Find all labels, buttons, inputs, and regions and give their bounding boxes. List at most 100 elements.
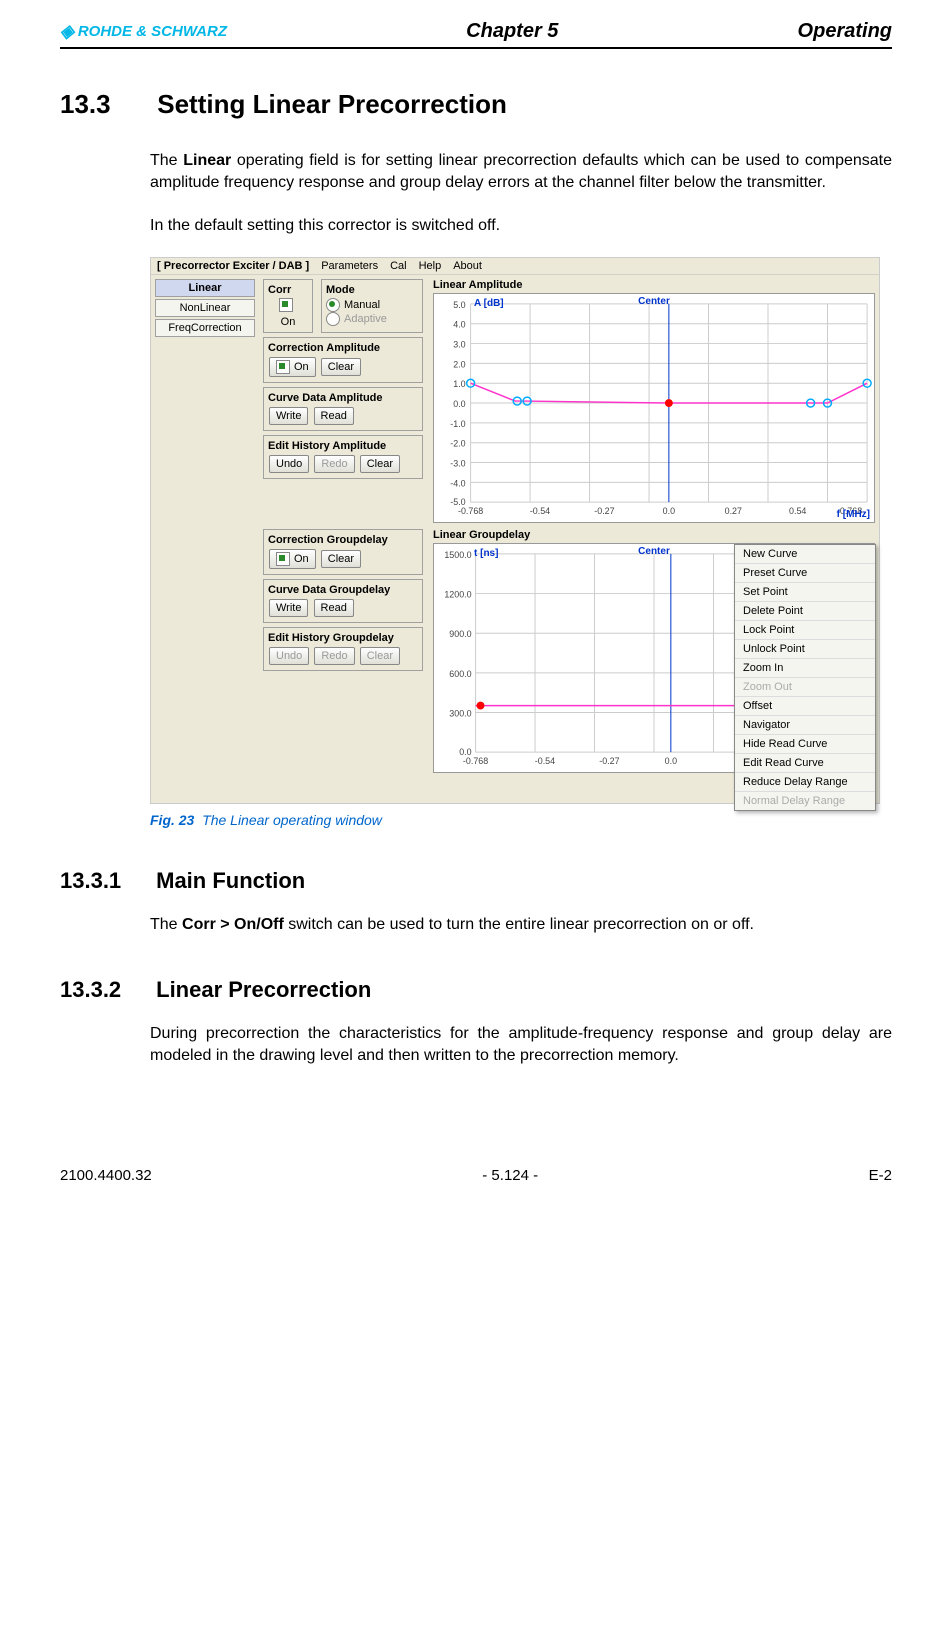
ctx-hide-read[interactable]: Hide Read Curve [735,735,875,754]
menu-parameters[interactable]: Parameters [321,260,378,272]
footer-right: E-2 [869,1167,892,1184]
svg-text:-0.54: -0.54 [530,506,550,516]
ctx-new-curve[interactable]: New Curve [735,545,875,564]
subsection-2-number: 13.3.2 [60,977,150,1003]
amp-xlabel: f [MHz] [837,509,870,520]
corr-amp-title: Correction Amplitude [268,342,418,354]
corr-amp-clear-button[interactable]: Clear [321,358,361,376]
svg-text:-3.0: -3.0 [450,459,465,469]
hist-amp-clear-button[interactable]: Clear [360,455,400,473]
ctx-edit-read[interactable]: Edit Read Curve [735,754,875,773]
mode-adaptive-label: Adaptive [344,313,387,325]
svg-text:0.54: 0.54 [789,506,806,516]
section-heading: 13.3 Setting Linear Precorrection [60,89,892,120]
ctx-preset-curve[interactable]: Preset Curve [735,564,875,583]
svg-text:300.0: 300.0 [449,709,471,719]
svg-text:0.0: 0.0 [665,756,677,766]
paragraph-1: The Linear operating field is for settin… [150,150,892,195]
section-number: 13.3 [60,89,150,120]
svg-text:0.0: 0.0 [453,399,465,409]
section-title: Setting Linear Precorrection [157,89,507,119]
ctx-set-point[interactable]: Set Point [735,583,875,602]
amp-chart-svg: 5.0 4.0 3.0 2.0 1.0 0.0 -1.0 -2.0 -3.0 -… [434,294,874,522]
window-title: [ Precorrector Exciter / DAB ] [157,260,309,272]
menu-about[interactable]: About [453,260,482,272]
gd-ylabel: t [ns] [474,548,498,559]
corr-checkbox[interactable] [279,298,293,312]
svg-text:-0.27: -0.27 [594,506,614,516]
logo-icon: ◈ [60,21,74,42]
ctx-zoom-out: Zoom Out [735,678,875,697]
footer-left: 2100.4400.32 [60,1167,152,1184]
sidebar-item-freqcorrection[interactable]: FreqCorrection [155,319,255,337]
menu-help[interactable]: Help [419,260,442,272]
curve-amp-write-button[interactable]: Write [269,407,308,425]
svg-text:-0.768: -0.768 [458,506,483,516]
mode-manual-label: Manual [344,299,380,311]
svg-text:2.0: 2.0 [453,360,465,370]
ctx-normal-delay: Normal Delay Range [735,792,875,810]
chapter-title: Chapter 5 [466,20,558,43]
svg-text:-2.0: -2.0 [450,439,465,449]
corr-gd-clear-button[interactable]: Clear [321,550,361,568]
hist-gd-clear-button[interactable]: Clear [360,647,400,665]
corr-gd-on-button[interactable]: On [269,549,316,569]
ctx-delete-point[interactable]: Delete Point [735,602,875,621]
subsection-2-heading: 13.3.2 Linear Precorrection [60,977,892,1003]
amplitude-chart[interactable]: Center A [dB] f [MHz] [433,293,875,523]
hist-gd-undo-button[interactable]: Undo [269,647,309,665]
hist-amp-redo-button[interactable]: Redo [314,455,354,473]
corr-on-label: On [268,316,308,328]
ctx-offset[interactable]: Offset [735,697,875,716]
ctx-lock-point[interactable]: Lock Point [735,621,875,640]
subsection-1-heading: 13.3.1 Main Function [60,868,892,894]
app-window: [ Precorrector Exciter / DAB ] Parameter… [150,257,880,804]
svg-text:-0.768: -0.768 [463,756,488,766]
subsection-1-text: The Corr > On/Off switch can be used to … [150,914,892,936]
figure-caption: Fig. 23 The Linear operating window [150,812,892,828]
mode-manual-radio[interactable] [326,298,340,312]
ctx-navigator[interactable]: Navigator [735,716,875,735]
amp-ylabel: A [dB] [474,298,504,309]
chart-gd-title: Linear Groupdelay [433,529,875,541]
mode-adaptive-radio [326,312,340,326]
svg-text:3.0: 3.0 [453,340,465,350]
gd-center-label: Center [638,546,670,557]
subsection-2-title: Linear Precorrection [156,977,371,1002]
ctx-reduce-delay[interactable]: Reduce Delay Range [735,773,875,792]
curve-gd-read-button[interactable]: Read [314,599,354,617]
context-menu: New Curve Preset Curve Set Point Delete … [734,544,876,811]
hist-amp-title: Edit History Amplitude [268,440,418,452]
sidebar: Linear NonLinear FreqCorrection [151,275,259,787]
ctx-unlock-point[interactable]: Unlock Point [735,640,875,659]
svg-text:0.0: 0.0 [663,506,675,516]
menubar: [ Precorrector Exciter / DAB ] Parameter… [151,258,879,275]
svg-text:0.27: 0.27 [725,506,742,516]
svg-text:-4.0: -4.0 [450,478,465,488]
svg-text:-0.54: -0.54 [535,756,555,766]
sidebar-item-nonlinear[interactable]: NonLinear [155,299,255,317]
subsection-1-number: 13.3.1 [60,868,150,894]
svg-text:1500.0: 1500.0 [444,550,471,560]
curve-amp-read-button[interactable]: Read [314,407,354,425]
sidebar-item-linear[interactable]: Linear [155,279,255,297]
page-footer: 2100.4400.32 - 5.124 - E-2 [60,1167,892,1184]
hist-amp-undo-button[interactable]: Undo [269,455,309,473]
groupdelay-chart[interactable]: Center t [ns] f [MHz] [433,543,875,773]
header-operating: Operating [798,20,892,43]
ctx-zoom-in[interactable]: Zoom In [735,659,875,678]
subsection-2-text: During precorrection the characteristics… [150,1023,892,1068]
svg-text:1200.0: 1200.0 [444,590,471,600]
corr-title: Corr [268,284,308,296]
corr-amp-on-button[interactable]: On [269,357,316,377]
logo: ◈ ROHDE & SCHWARZ [60,21,227,42]
curve-gd-write-button[interactable]: Write [269,599,308,617]
hist-gd-redo-button[interactable]: Redo [314,647,354,665]
subsection-1-title: Main Function [156,868,305,893]
menu-cal[interactable]: Cal [390,260,407,272]
curve-amp-title: Curve Data Amplitude [268,392,418,404]
svg-text:900.0: 900.0 [449,629,471,639]
amp-center-label: Center [638,296,670,307]
paragraph-2: In the default setting this corrector is… [150,215,892,237]
chart-amp-title: Linear Amplitude [433,279,875,291]
